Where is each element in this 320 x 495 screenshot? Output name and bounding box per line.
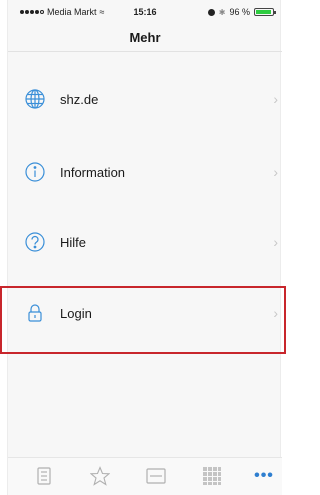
- epaper-icon[interactable]: [34, 466, 54, 486]
- news-icon[interactable]: [146, 466, 166, 486]
- status-bar: Media Markt ≈ 15:16 ✱ 96 %: [8, 6, 282, 20]
- wifi-icon: ≈: [99, 7, 105, 17]
- phone-frame: Media Markt ≈ 15:16 ✱ 96 % Mehr shz.de ›…: [0, 0, 286, 495]
- page-title: Mehr: [129, 30, 161, 45]
- tab-bar: •••: [8, 457, 282, 495]
- menu-item-hilfe[interactable]: Hilfe ›: [8, 216, 282, 268]
- battery-percentage: 96 %: [229, 7, 250, 17]
- menu-item-shz-de[interactable]: shz.de ›: [8, 73, 282, 125]
- menu-item-information[interactable]: Information ›: [8, 146, 282, 198]
- info-icon: [22, 159, 48, 185]
- menu-item-label: Information: [60, 164, 126, 180]
- more-icon[interactable]: •••: [254, 466, 274, 486]
- bluetooth-icon: ✱: [218, 7, 226, 17]
- menu-item-label: Login: [60, 305, 92, 321]
- globe-icon: [22, 86, 48, 112]
- status-right: ✱ 96 %: [207, 7, 276, 17]
- chevron-right-icon: ›: [273, 91, 278, 107]
- chevron-right-icon: ›: [273, 164, 278, 180]
- menu-item-label: Hilfe: [60, 234, 87, 250]
- help-icon: [22, 229, 48, 255]
- chevron-right-icon: ›: [273, 305, 278, 321]
- lock-icon: [22, 300, 48, 326]
- menu-item-label: shz.de: [60, 91, 99, 107]
- chevron-right-icon: ›: [273, 234, 278, 250]
- app-screen: Media Markt ≈ 15:16 ✱ 96 % Mehr shz.de ›…: [7, 0, 282, 495]
- carrier-name: Media Markt: [47, 7, 97, 17]
- carrier-info: Media Markt ≈: [20, 7, 104, 17]
- navigation-bar: Mehr: [8, 24, 282, 52]
- grid-icon[interactable]: [202, 466, 222, 486]
- signal-strength-icon: [20, 10, 44, 14]
- menu-item-login[interactable]: Login ›: [8, 287, 282, 339]
- favorites-icon[interactable]: [90, 466, 110, 486]
- battery-icon: [254, 8, 276, 16]
- do-not-disturb-icon: [207, 8, 215, 16]
